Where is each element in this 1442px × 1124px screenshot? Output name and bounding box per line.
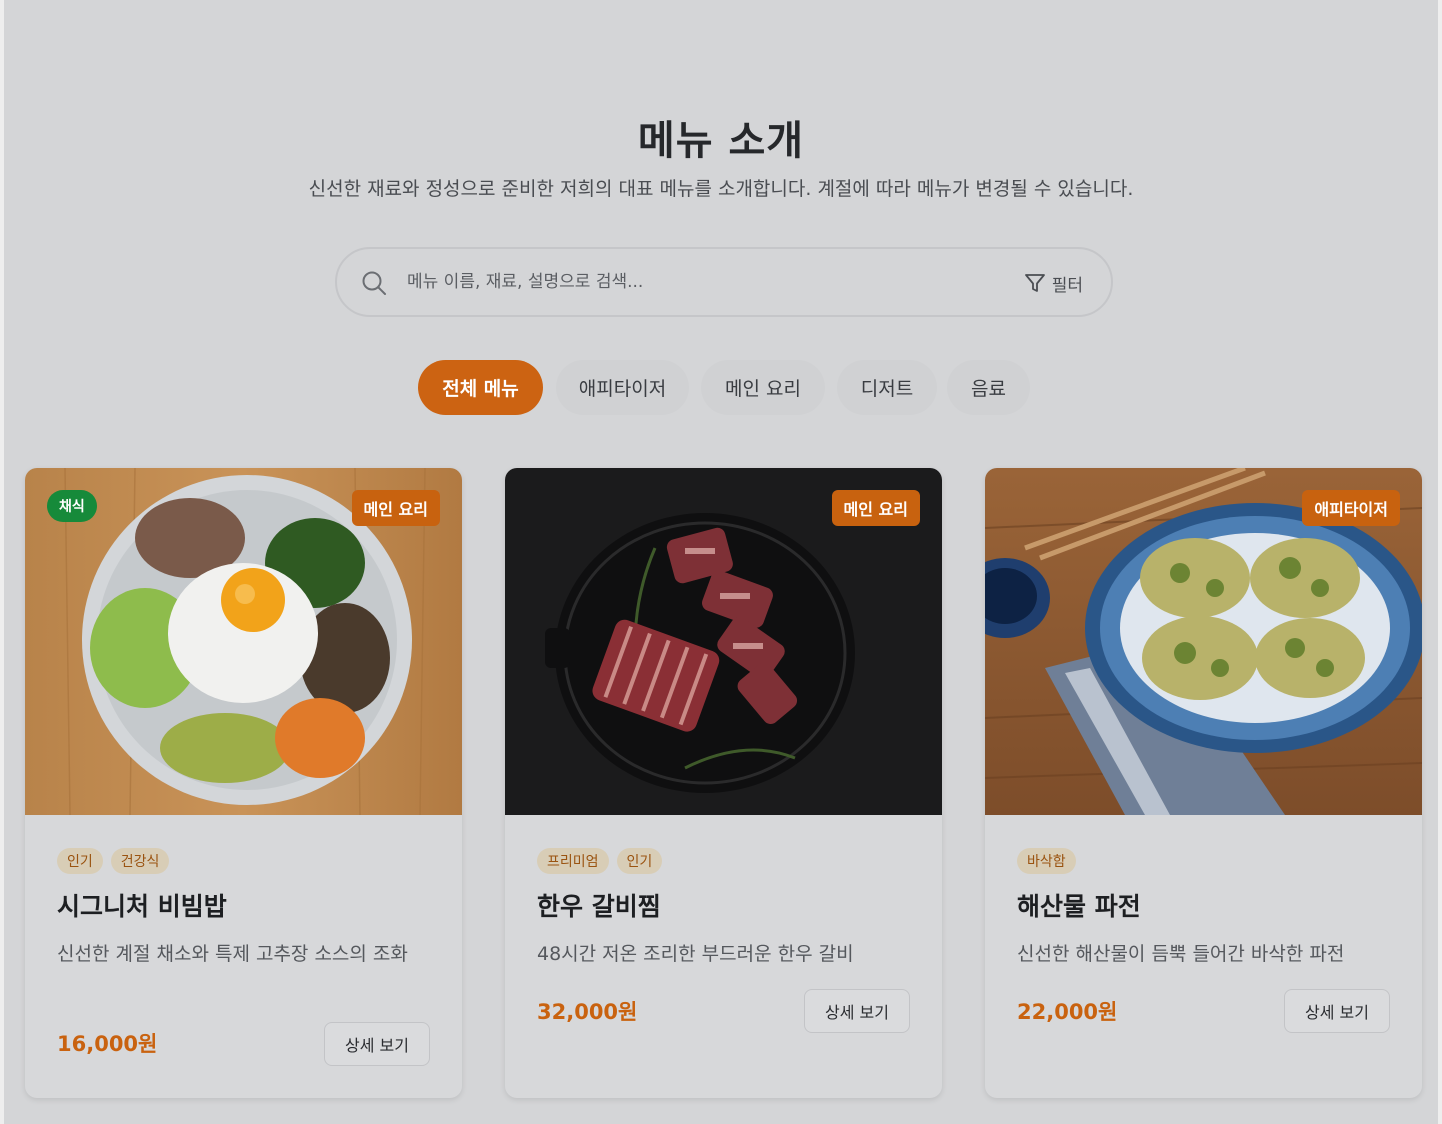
view-details-button[interactable]: 상세 보기 <box>1284 989 1390 1033</box>
search-input[interactable] <box>407 265 967 299</box>
view-details-button[interactable]: 상세 보기 <box>324 1022 430 1066</box>
menu-price: 16,000원 <box>57 1032 158 1056</box>
menu-name: 시그니처 비빔밥 <box>57 892 227 921</box>
menu-price: 32,000원 <box>537 1000 638 1024</box>
frame-edge-right <box>1438 0 1442 1124</box>
category-badge: 메인 요리 <box>831 490 920 526</box>
search-icon <box>362 271 386 295</box>
menu-card[interactable]: 채식 메인 요리 인기 건강식 시그니처 비빔밥 신선한 계절 채소와 특제 고… <box>25 468 462 1098</box>
menu-description: 신선한 해산물이 듬뿍 들어간 바삭한 파전 <box>1017 943 1345 965</box>
tab-beverage[interactable]: 음료 <box>947 360 1030 415</box>
tab-label: 애피타이저 <box>578 378 667 400</box>
search-bar: 필터 <box>335 247 1113 317</box>
tab-main-dish[interactable]: 메인 요리 <box>701 360 825 415</box>
category-badge: 메인 요리 <box>351 490 440 526</box>
category-tabs: 전체 메뉴 애피타이저 메인 요리 디저트 음료 <box>0 360 1442 415</box>
menu-card[interactable]: 애피타이저 바삭함 해산물 파전 신선한 해산물이 듬뿍 들어간 바삭한 파전 … <box>985 468 1422 1098</box>
tab-label: 메인 요리 <box>725 378 801 400</box>
tag-badge: 인기 <box>57 848 103 874</box>
tab-appetizer[interactable]: 애피타이저 <box>556 360 689 415</box>
tag-badge: 인기 <box>616 848 663 874</box>
frame-edge-left <box>0 0 4 1124</box>
tab-all-menu[interactable]: 전체 메뉴 <box>418 360 543 415</box>
menu-name: 한우 갈비찜 <box>537 892 661 921</box>
tab-dessert[interactable]: 디저트 <box>837 360 937 415</box>
menu-description: 신선한 계절 채소와 특제 고추장 소스의 조화 <box>57 943 408 965</box>
tab-label: 디저트 <box>860 378 914 400</box>
page-title: 메뉴 소개 <box>637 118 805 164</box>
filter-label: 필터 <box>1051 275 1083 296</box>
tag-badge: 프리미엄 <box>537 848 609 874</box>
page-subtitle: 신선한 재료와 정성으로 준비한 저희의 대표 메뉴를 소개합니다. 계절에 따… <box>308 178 1134 200</box>
menu-name: 해산물 파전 <box>1017 892 1141 921</box>
vegetarian-badge: 채식 <box>47 490 97 522</box>
menu-card[interactable]: 메인 요리 프리미엄 인기 한우 갈비찜 48시간 저온 조리한 부드러운 한우… <box>505 468 942 1098</box>
view-details-button[interactable]: 상세 보기 <box>804 989 910 1033</box>
menu-price: 22,000원 <box>1017 1000 1118 1024</box>
tab-label: 전체 메뉴 <box>442 378 519 400</box>
filter-button[interactable]: 필터 <box>1024 268 1083 298</box>
filter-icon <box>1024 274 1045 292</box>
tag-badge: 건강식 <box>110 848 170 874</box>
tab-label: 음료 <box>971 378 1006 400</box>
tag-badge: 바삭함 <box>1017 848 1076 874</box>
category-badge: 애피타이저 <box>1302 490 1400 526</box>
menu-description: 48시간 저온 조리한 부드러운 한우 갈비 <box>537 943 854 965</box>
